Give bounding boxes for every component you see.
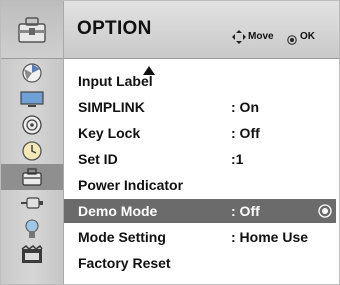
usb-icon[interactable] <box>1 216 63 242</box>
screen-icon[interactable] <box>1 86 63 112</box>
menu-title: OPTION <box>77 18 152 39</box>
audio-icon[interactable] <box>1 112 63 138</box>
menu-item-label: Input Label <box>78 73 153 89</box>
ok-hint-label: OK <box>300 31 315 42</box>
menu-item-demo-mode[interactable]: Demo Mode : Off <box>64 199 336 223</box>
menu-item-label: Demo Mode <box>78 203 158 219</box>
option-menu-window: OPTION Move OK Input Label SIMPLINK : On <box>0 0 340 285</box>
menu-item-set-id[interactable]: Set ID :1 <box>64 147 336 171</box>
menu-item-key-lock[interactable]: Key Lock : Off <box>64 121 336 145</box>
ok-button-icon <box>287 32 297 50</box>
menu-item-label: Mode Setting <box>78 229 166 245</box>
menu-item-factory-reset[interactable]: Factory Reset <box>64 251 336 275</box>
menu-item-value: : Off <box>231 125 260 141</box>
menu-header: OPTION Move OK <box>64 1 339 59</box>
menu-item-label: Factory Reset <box>78 255 171 271</box>
menu-item-power-indicator[interactable]: Power Indicator <box>64 173 336 197</box>
option-icon[interactable] <box>1 164 63 190</box>
menu-item-label: Set ID <box>78 151 118 167</box>
menu-item-label: SIMPLINK <box>78 99 145 115</box>
move-hint-label: Move <box>248 31 274 42</box>
ok-button-icon[interactable] <box>318 204 332 223</box>
option-toolbox-icon <box>1 1 63 59</box>
picture-icon[interactable] <box>1 60 63 86</box>
menu-item-label: Power Indicator <box>78 177 184 193</box>
menu-item-value: :1 <box>231 151 244 167</box>
menu-item-value: : Home Use <box>231 229 309 245</box>
time-icon[interactable] <box>1 138 63 164</box>
menu-item-simplink[interactable]: SIMPLINK : On <box>64 95 336 119</box>
input-plug-icon[interactable] <box>1 190 63 216</box>
media-icon[interactable] <box>1 242 63 268</box>
menu-item-label: Key Lock <box>78 125 141 141</box>
menu-item-mode-setting[interactable]: Mode Setting : Home Use <box>64 225 336 249</box>
menu-item-value: : Off <box>231 203 260 219</box>
menu-sidebar <box>1 1 64 284</box>
menu-item-input-label[interactable]: Input Label <box>64 69 336 93</box>
menu-item-value: : On <box>231 99 259 115</box>
four-way-arrow-icon <box>232 30 246 49</box>
